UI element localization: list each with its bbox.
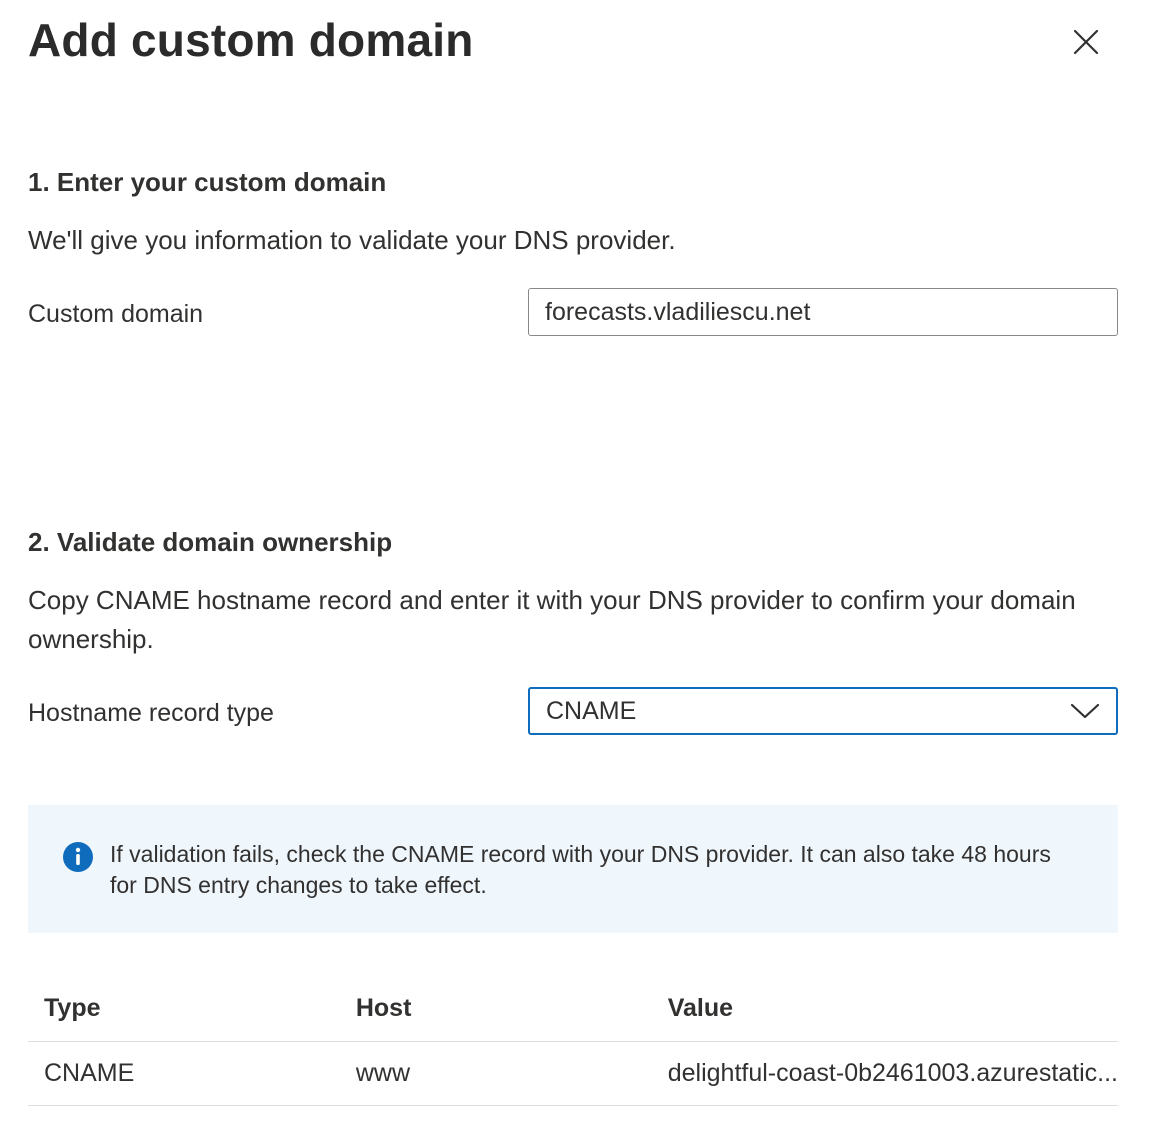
step1-description: We'll give you information to validate y… xyxy=(28,225,676,255)
custom-domain-label: Custom domain xyxy=(28,300,204,328)
close-icon xyxy=(1073,29,1099,55)
dns-record-table: Type Host Value CNAME www delightful-coa… xyxy=(28,975,1118,1106)
step2-title: 2. Validate domain ownership xyxy=(28,527,393,557)
cell-type: CNAME xyxy=(28,1041,340,1106)
chevron-down-icon xyxy=(1070,703,1100,719)
info-icon xyxy=(63,842,93,872)
cell-value[interactable]: delightful-coast-0b2461003.azurestatic..… xyxy=(651,1041,1118,1106)
step1-title: 1. Enter your custom domain xyxy=(28,167,387,197)
column-header-type: Type xyxy=(28,975,340,1042)
record-type-selected-value: CNAME xyxy=(546,696,637,725)
cell-host: www xyxy=(339,1041,652,1106)
column-header-host: Host xyxy=(339,975,652,1042)
table-row: CNAME www delightful-coast-0b2461003.azu… xyxy=(28,1041,1118,1106)
panel-title: Add custom domain xyxy=(28,14,474,66)
custom-domain-input[interactable] xyxy=(528,288,1118,336)
table-header-row: Type Host Value xyxy=(28,975,1118,1042)
info-message-bar: If validation fails, check the CNAME rec… xyxy=(28,805,1118,933)
add-custom-domain-panel: Add custom domain 1. Enter your custom d… xyxy=(0,0,1150,1132)
record-type-dropdown[interactable]: CNAME xyxy=(528,687,1118,735)
step2-description: Copy CNAME hostname record and enter it … xyxy=(28,585,1076,654)
close-button[interactable] xyxy=(1066,22,1106,62)
record-type-label: Hostname record type xyxy=(28,699,274,727)
column-header-value: Value xyxy=(651,975,1118,1042)
info-message-text: If validation fails, check the CNAME rec… xyxy=(110,841,1051,898)
